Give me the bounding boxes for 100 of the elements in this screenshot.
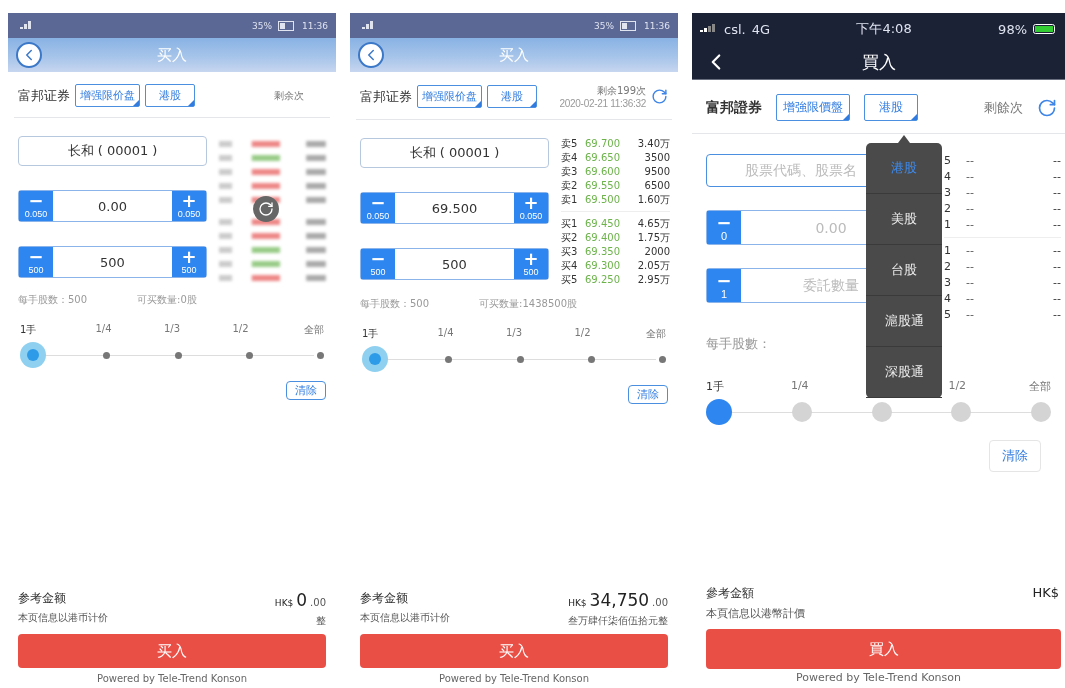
decrease-button[interactable]: − 500	[19, 247, 53, 277]
refresh-icon	[1037, 97, 1057, 118]
timestamp: 2020-02-21 11:36:32	[559, 98, 646, 109]
lot-size-label: 每手股数：500	[360, 297, 430, 311]
stock-field[interactable]: 长和 ( 00001 )	[360, 138, 549, 168]
buyable-quantity-label: 可买数量:0股	[137, 293, 197, 307]
slider-label: 全部	[303, 323, 324, 337]
order-book-row: 买2 69.400 1.75万	[561, 232, 670, 243]
slider-label: 1/4	[94, 323, 113, 336]
order-book-row: 卖2 69.550 6500	[561, 180, 670, 191]
number-stepper[interactable]: − 500 500 + 500	[360, 248, 549, 280]
clear-button[interactable]: 清除	[989, 440, 1041, 472]
slider-stop[interactable]	[587, 355, 595, 363]
header-bar: 買入	[692, 45, 1065, 80]
lot-size-label: 每手股數：	[706, 335, 771, 353]
slider-stop[interactable]	[951, 402, 972, 422]
remaining-count: 剩餘次	[984, 98, 1023, 117]
buyable-quantity-label: 可买数量:1438500股	[479, 297, 577, 311]
header-bar: 买入	[350, 38, 678, 72]
order-book-row: 5 -- --	[944, 308, 1061, 321]
slider-stop[interactable]	[659, 355, 666, 363]
order-book-row: 4 -- --	[944, 170, 1061, 183]
increase-button[interactable]: + 500	[514, 249, 548, 279]
slider-stop[interactable]	[103, 351, 111, 359]
buy-button[interactable]: 买入	[18, 634, 326, 668]
slider-label: 全部	[1028, 379, 1051, 394]
order-type-select[interactable]: 增强限价盘	[417, 85, 482, 108]
order-book-row: 1 -- --	[944, 244, 1061, 257]
amount-value: 34,750	[589, 590, 650, 610]
order-book-row: 5 -- --	[944, 154, 1061, 167]
order-book-row: 卖1 69.500 1.60万	[561, 194, 670, 205]
decrease-button[interactable]: − 0	[707, 211, 741, 244]
slider-label: 1/2	[947, 379, 968, 394]
slider-stop[interactable]	[516, 355, 524, 363]
order-book-row: 2 -- --	[944, 202, 1061, 215]
refresh-button[interactable]	[253, 196, 279, 222]
battery-icon	[1033, 24, 1057, 34]
clear-button[interactable]: 清除	[286, 381, 326, 400]
amount-label: 参考金额	[360, 590, 408, 607]
market-option[interactable]: 滬股通	[866, 296, 942, 347]
slider-stop[interactable]	[706, 399, 732, 425]
increase-button[interactable]: + 0.050	[172, 191, 206, 221]
amount-decimals: .00	[310, 597, 326, 608]
market-option[interactable]: 美股	[866, 194, 942, 245]
slider-label: 1/3	[504, 327, 524, 340]
slider-label: 1手	[20, 323, 38, 337]
stock-field[interactable]: 长和 ( 00001 )	[18, 136, 207, 166]
lot-size-label: 每手股数：500	[18, 293, 88, 307]
slider-stop[interactable]	[245, 351, 253, 359]
refresh-icon	[258, 201, 274, 217]
broker-name: 富邦证券	[18, 86, 70, 105]
refresh-button[interactable]	[651, 88, 668, 105]
refresh-button[interactable]	[1037, 97, 1057, 118]
buy-button[interactable]: 買入	[706, 629, 1061, 669]
slider-label: 1/3	[162, 323, 182, 336]
currency-note: 本页信息以港币计价	[360, 611, 450, 625]
status-bar: csl. 4G 下午4:08 98%	[692, 13, 1065, 45]
number-stepper[interactable]: − 0.050 0.00 + 0.050	[18, 190, 207, 222]
order-type-select[interactable]: 增强限价盘	[75, 84, 140, 107]
amount-in-words: 整	[316, 614, 326, 628]
clear-button[interactable]: 清除	[628, 385, 668, 404]
powered-by-text: Powered by Tele-Trend Konson	[437, 672, 591, 685]
decrease-button[interactable]: − 0.050	[19, 191, 53, 221]
battery-icon	[620, 20, 639, 31]
currency-label: HK$	[274, 598, 294, 608]
remaining-count: 剩余199次	[596, 84, 646, 98]
increase-button[interactable]: + 500	[172, 247, 206, 277]
order-book-row: 3 -- --	[944, 276, 1061, 289]
buy-button[interactable]: 买入	[360, 634, 668, 668]
market-option[interactable]: 深股通	[866, 347, 942, 398]
market-option[interactable]: 台股	[866, 245, 942, 296]
amount-decimals: .00	[652, 597, 668, 608]
order-book-row: 2 -- --	[944, 260, 1061, 273]
decrease-button[interactable]: − 500	[361, 249, 395, 279]
order-book-row: 4 -- --	[944, 292, 1061, 305]
slider-stop[interactable]	[317, 351, 324, 359]
order-book-row: 买5 69.250 2.95万	[561, 274, 670, 285]
market-select[interactable]: 港股	[145, 84, 195, 107]
slider-stop[interactable]	[1031, 402, 1051, 422]
slider-label: 1/2	[231, 323, 250, 336]
decrease-button[interactable]: − 0.050	[361, 193, 395, 223]
slider-label: 全部	[645, 327, 666, 341]
market-select[interactable]: 港股	[487, 85, 537, 108]
decrease-button[interactable]: − 1	[707, 269, 741, 302]
slider-stop[interactable]	[791, 402, 812, 422]
order-book-row: 3 -- --	[944, 186, 1061, 199]
order-book-row: 买1 69.450 4.65万	[561, 218, 670, 229]
increase-button[interactable]: + 0.050	[514, 193, 548, 223]
amount-label: 参考金额	[18, 590, 66, 607]
slider-stop[interactable]	[174, 351, 182, 359]
slider-stop[interactable]	[445, 355, 453, 363]
number-stepper[interactable]: − 0.050 69.500 + 0.050	[360, 192, 549, 224]
broker-name: 富邦证券	[360, 87, 412, 106]
order-type-select[interactable]: 增強限價盤	[776, 94, 850, 121]
market-option[interactable]: 港股	[866, 143, 942, 194]
powered-by-text: Powered by Tele-Trend Konson	[95, 672, 249, 685]
market-select[interactable]: 港股	[864, 94, 918, 121]
number-stepper[interactable]: − 500 500 + 500	[18, 246, 207, 278]
order-book-row: 买3 69.350 2000	[561, 246, 670, 257]
slider-stop[interactable]	[871, 402, 892, 422]
